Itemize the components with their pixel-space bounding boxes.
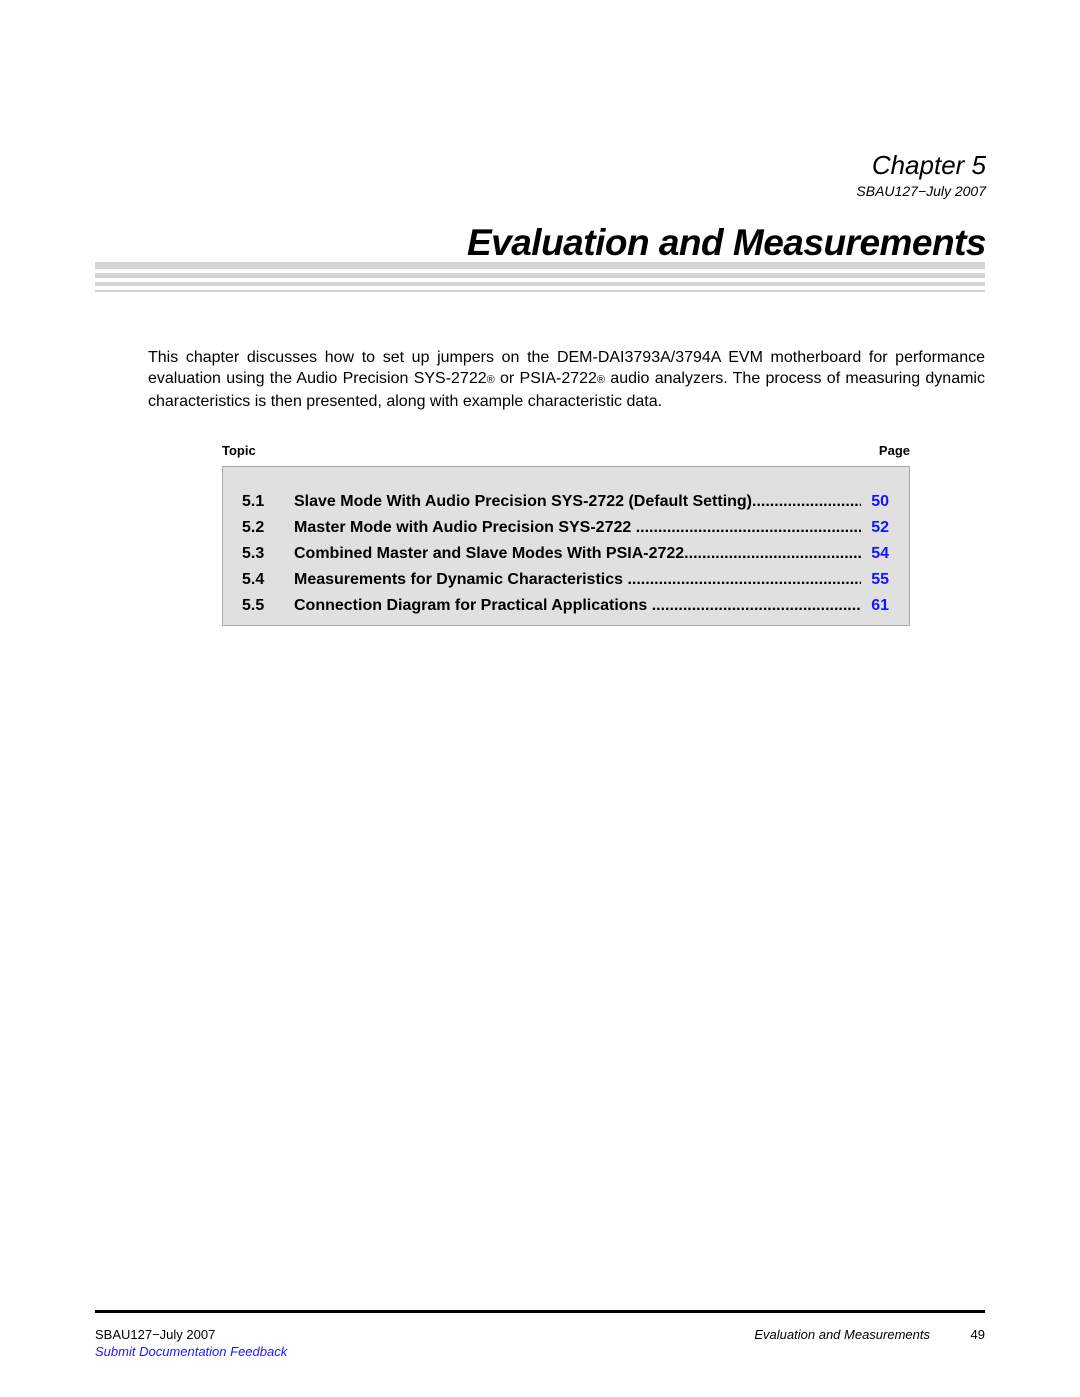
toc-entry-number: 5.1 bbox=[242, 493, 265, 510]
toc-entry[interactable]: 5.2 Master Mode with Audio Precision SYS… bbox=[242, 515, 889, 541]
toc-header: Topic Page bbox=[222, 443, 910, 458]
dot-leader: ........................................… bbox=[752, 493, 861, 510]
dot-leader: ........................................… bbox=[627, 571, 861, 588]
toc-entry[interactable]: 5.1 Slave Mode With Audio Precision SYS-… bbox=[242, 489, 889, 515]
footer-document-id: SBAU127−July 2007 bbox=[95, 1327, 216, 1342]
toc-box: 5.1 Slave Mode With Audio Precision SYS-… bbox=[222, 466, 910, 626]
toc-entry-page-link[interactable]: 54 bbox=[861, 545, 889, 563]
toc-entry[interactable]: 5.5 Connection Diagram for Practical App… bbox=[242, 593, 889, 619]
footer-page-number: 49 bbox=[970, 1327, 985, 1342]
decorative-rule-bars bbox=[95, 262, 985, 292]
toc-entry-page-link[interactable]: 52 bbox=[861, 519, 889, 537]
toc-entry[interactable]: 5.3 Combined Master and Slave Modes With… bbox=[242, 541, 889, 567]
toc-entry-number: 5.3 bbox=[242, 545, 265, 562]
toc-entry-page-link[interactable]: 61 bbox=[861, 597, 889, 615]
decorative-bar bbox=[95, 290, 985, 292]
toc-page-label: Page bbox=[878, 443, 910, 458]
intro-paragraph: This chapter discusses how to set up jum… bbox=[148, 347, 985, 412]
toc-entry-page-link[interactable]: 55 bbox=[861, 571, 889, 589]
decorative-bar bbox=[95, 273, 985, 278]
toc-entry-title[interactable]: Slave Mode With Audio Precision SYS-2722… bbox=[294, 493, 861, 511]
toc-topic-label: Topic bbox=[222, 443, 256, 458]
toc-entry-number: 5.5 bbox=[242, 597, 265, 614]
toc-entry-title[interactable]: Master Mode with Audio Precision SYS-272… bbox=[294, 519, 861, 537]
chapter-label: Chapter 5 bbox=[871, 150, 986, 180]
dot-leader: ........................................… bbox=[635, 519, 861, 536]
decorative-bar bbox=[95, 282, 985, 286]
toc-entry-title[interactable]: Connection Diagram for Practical Applica… bbox=[294, 597, 861, 615]
footer-rule bbox=[95, 1310, 985, 1313]
dot-leader: ........................................… bbox=[684, 545, 861, 562]
submit-feedback-link[interactable]: Submit Documentation Feedback bbox=[95, 1344, 287, 1359]
toc-entry-title[interactable]: Measurements for Dynamic Characteristics… bbox=[294, 571, 861, 589]
chapter-title: Evaluation and Measurements bbox=[466, 222, 987, 263]
document-id: SBAU127−July 2007 bbox=[856, 183, 986, 199]
registered-mark: ® bbox=[486, 374, 495, 386]
toc-entry-number: 5.4 bbox=[242, 571, 265, 588]
registered-mark: ® bbox=[596, 374, 606, 386]
dot-leader: ........................................… bbox=[651, 597, 861, 614]
footer-section-title: Evaluation and Measurements bbox=[754, 1327, 930, 1342]
toc-entry-title[interactable]: Combined Master and Slave Modes With PSI… bbox=[294, 545, 861, 563]
intro-text: or PSIA-2722 bbox=[494, 370, 597, 387]
toc-entry-page-link[interactable]: 50 bbox=[861, 493, 889, 511]
toc-entry[interactable]: 5.4 Measurements for Dynamic Characteris… bbox=[242, 567, 889, 593]
toc-entry-number: 5.2 bbox=[242, 519, 265, 536]
decorative-bar bbox=[95, 262, 985, 269]
